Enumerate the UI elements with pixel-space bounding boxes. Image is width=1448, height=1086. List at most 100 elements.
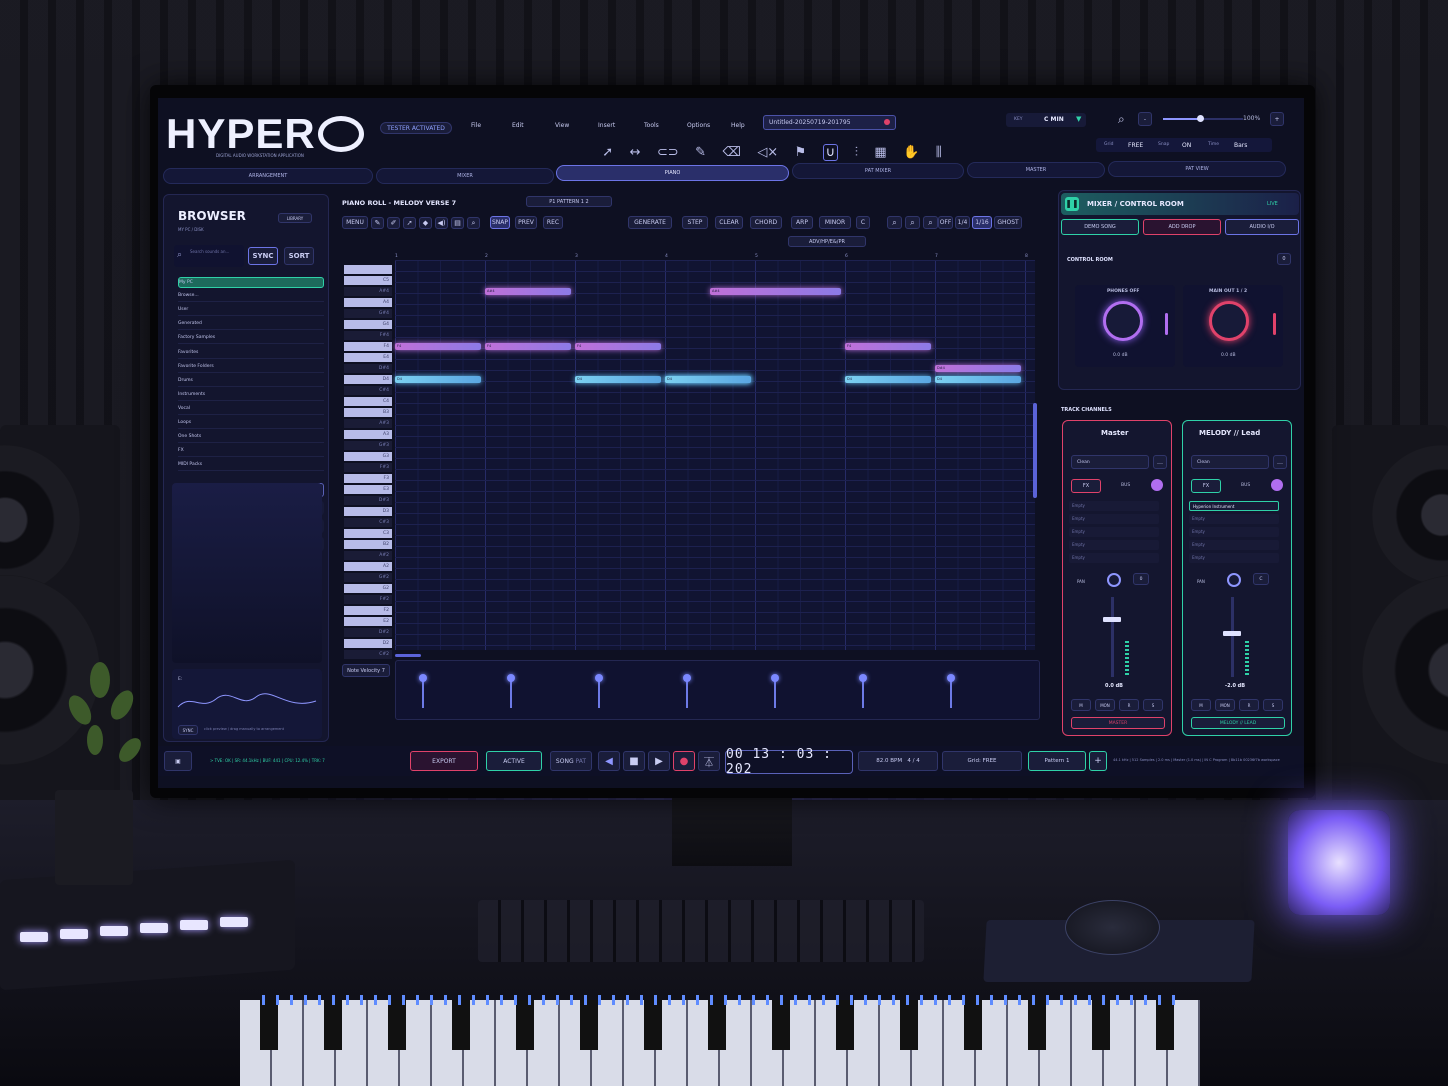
zoom-fit-icon[interactable]: ⌕	[905, 216, 920, 229]
pencil-icon[interactable]: ✎	[695, 145, 706, 160]
piano-key[interactable]: D2	[344, 639, 392, 648]
piano-key[interactable]: E2	[344, 617, 392, 626]
add-drop-button[interactable]: ADD DROP	[1143, 219, 1221, 235]
browser-item[interactable]: My PC	[178, 277, 324, 288]
grid-value[interactable]: FREE	[1128, 142, 1143, 149]
fx-slot[interactable]: Empty	[1069, 501, 1159, 511]
pan-knob[interactable]	[1227, 573, 1241, 587]
horizontal-scrollbar[interactable]	[395, 654, 421, 657]
fx-button[interactable]: FX	[1071, 479, 1101, 493]
piano-key[interactable]: D#3	[344, 496, 392, 505]
tool-c[interactable]: C	[856, 216, 870, 229]
menu-help[interactable]: Help	[731, 122, 745, 129]
piano-key[interactable]: C#2	[344, 650, 392, 659]
browser-item[interactable]: Drums	[178, 376, 324, 387]
piano-key[interactable]: F#4	[344, 331, 392, 340]
pause-icon[interactable]: ❚❚	[1065, 197, 1079, 211]
piano-key[interactable]: D#4	[344, 364, 392, 373]
midi-note[interactable]: A#4	[485, 288, 571, 295]
fx-slot[interactable]: Empty	[1069, 553, 1159, 563]
fx-slot[interactable]: Empty	[1069, 514, 1159, 524]
preset-selector[interactable]: Clean	[1071, 455, 1149, 469]
pencil-icon[interactable]: ✎	[371, 217, 384, 229]
magnet-icon[interactable]: ∪	[822, 143, 839, 161]
zoom-icon[interactable]: ⌕	[467, 217, 480, 229]
piano-key[interactable]: C3	[344, 529, 392, 538]
demo-song-button[interactable]: DEMO SONG	[1061, 219, 1139, 235]
velocity-handle[interactable]	[683, 674, 691, 708]
add-pattern-icon[interactable]: +	[1089, 751, 1107, 771]
fx-button[interactable]: FX	[1191, 479, 1221, 493]
preset-selector[interactable]: Clean	[1191, 455, 1269, 469]
split-icon[interactable]: ⫶	[855, 145, 858, 160]
piano-key[interactable]: C#3	[344, 518, 392, 527]
midi-note[interactable]: D4	[395, 376, 481, 383]
mute-icon[interactable]: ◁×	[757, 145, 778, 160]
tool-arp[interactable]: ARP	[791, 216, 813, 229]
power-icon[interactable]	[1271, 479, 1283, 491]
piano-key[interactable]: A4	[344, 298, 392, 307]
record-icon[interactable]: ●	[673, 751, 695, 771]
piano-key[interactable]: D4	[344, 375, 392, 384]
tool-116[interactable]: 1/16	[972, 216, 992, 229]
fx-slot[interactable]: Empty	[1189, 540, 1279, 550]
piano-key[interactable]: B3	[344, 408, 392, 417]
project-name-field[interactable]: Untitled-20250719-201795	[763, 115, 896, 130]
menu-tools[interactable]: Tools	[644, 122, 659, 129]
tool-step[interactable]: STEP	[682, 216, 708, 229]
browser-item[interactable]: User	[178, 305, 324, 317]
midi-note[interactable]: D4	[845, 376, 931, 383]
control-room-value[interactable]: 0	[1277, 253, 1291, 265]
vertical-scrollbar[interactable]	[1033, 403, 1037, 498]
browser-item[interactable]: Factory Samples	[178, 333, 324, 345]
eraser-icon[interactable]: ⌫	[722, 145, 740, 160]
piano-key[interactable]: G4	[344, 320, 392, 329]
doc-icon[interactable]: ▤	[451, 217, 464, 229]
export-button[interactable]: EXPORT	[410, 751, 478, 771]
browser-item[interactable]: One Shots	[178, 432, 324, 444]
piano-key[interactable]: E3	[344, 485, 392, 494]
tool-menu[interactable]: MENU	[342, 216, 368, 229]
zoom-in-icon[interactable]: ⌕	[887, 216, 902, 229]
search-input[interactable]: ⌕ Search sounds an...	[174, 245, 244, 267]
zoom-in-button[interactable]: +	[1270, 112, 1284, 126]
tab-master[interactable]: MASTER	[967, 162, 1105, 178]
tool-off[interactable]: OFF	[938, 216, 953, 229]
midi-note[interactable]: F4	[395, 343, 481, 350]
key-selector[interactable]: KEY C MIN ▼	[1006, 113, 1086, 127]
piano-key[interactable]: G#2	[344, 573, 392, 582]
fader-handle[interactable]	[1103, 617, 1121, 622]
browser-item[interactable]: Browse...	[178, 291, 324, 303]
midi-note[interactable]: D4	[935, 376, 1021, 383]
hand-icon[interactable]: ✋	[903, 145, 919, 160]
piano-roll-submenu[interactable]: ADV/HP/E&/PR	[788, 236, 866, 247]
browser-item[interactable]: Loops	[178, 418, 324, 429]
midi-note[interactable]: D#4	[935, 365, 1021, 372]
velocity-handle[interactable]	[595, 674, 603, 708]
browser-item[interactable]: MIDI Packs	[178, 460, 324, 472]
tool-chord[interactable]: CHORD	[750, 216, 782, 229]
velocity-handle[interactable]	[947, 674, 955, 708]
menu-insert[interactable]: Insert	[598, 122, 615, 129]
speaker-icon[interactable]: ◀)	[435, 217, 448, 229]
piano-key[interactable]: C5	[344, 276, 392, 285]
midi-note[interactable]: F4	[575, 343, 661, 350]
midi-note[interactable]: D4	[665, 376, 751, 383]
tool-ghost[interactable]: GHOST	[994, 216, 1022, 229]
stop-icon[interactable]: ■	[623, 751, 645, 771]
menu-file[interactable]: File	[471, 122, 481, 129]
active-toggle[interactable]: ACTIVE	[486, 751, 542, 771]
power-icon[interactable]	[1151, 479, 1163, 491]
piano-key[interactable]: E4	[344, 353, 392, 362]
tool-minor[interactable]: MINOR	[819, 216, 851, 229]
midi-note[interactable]: D4	[575, 376, 661, 383]
pan-value[interactable]: C	[1253, 573, 1269, 585]
tab-pat-view[interactable]: PAT VIEW	[1108, 161, 1286, 177]
velocity-handle[interactable]	[771, 674, 779, 708]
piano-key[interactable]: G#4	[344, 309, 392, 318]
close-project-icon[interactable]	[884, 119, 890, 125]
menu-view[interactable]: View	[555, 122, 569, 129]
pan-knob[interactable]	[1107, 573, 1121, 587]
piano-key[interactable]: C#4	[344, 386, 392, 395]
mixer-icon[interactable]: ⫼	[936, 145, 942, 160]
